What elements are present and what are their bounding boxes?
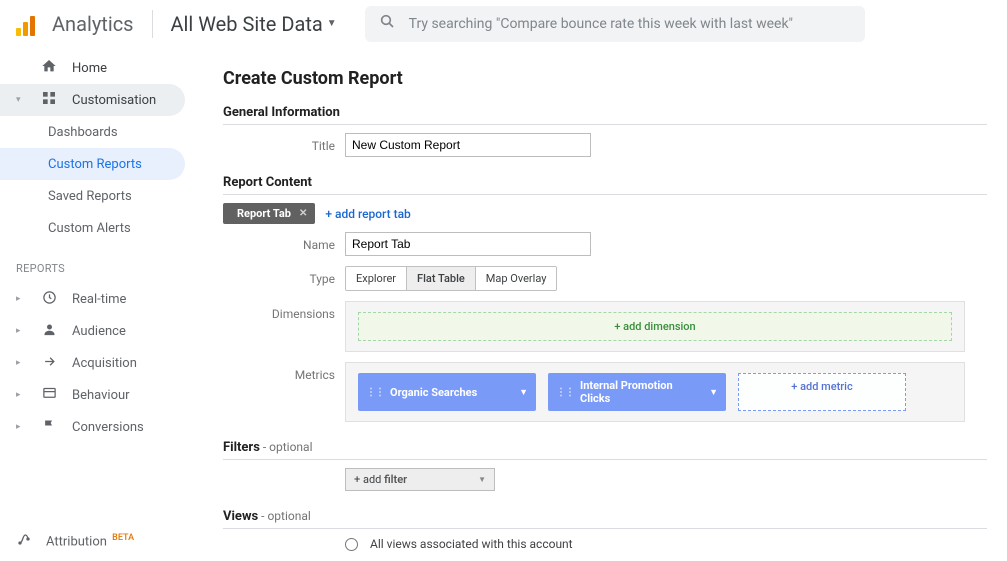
flag-icon [40, 418, 58, 437]
add-metric-button[interactable]: + add metric [738, 373, 906, 411]
nav-behaviour[interactable]: ▸ Behaviour [0, 379, 193, 411]
expand-icon: ▸ [16, 358, 24, 368]
type-flat-table[interactable]: Flat Table [407, 267, 476, 290]
subnav-custom-alerts[interactable]: Custom Alerts [0, 212, 193, 244]
divider [152, 10, 153, 38]
chevron-down-icon: ▼ [478, 475, 486, 484]
add-report-tab-link[interactable]: + add report tab [325, 207, 410, 221]
nav-audience[interactable]: ▸ Audience [0, 315, 193, 347]
type-map-overlay[interactable]: Map Overlay [476, 267, 557, 290]
metrics-area: ⋮⋮ Organic Searches ▼ ⋮⋮ Internal Promot… [345, 362, 965, 422]
section-filters: Filters - optional [223, 440, 987, 460]
add-dimension-button[interactable]: + add dimension [358, 312, 952, 341]
nav-home[interactable]: Home [0, 52, 193, 84]
sidebar: Home ▾ Customisation Dashboards Custom R… [0, 48, 193, 561]
nav-conversions[interactable]: ▸ Conversions [0, 411, 193, 443]
metric-label: Organic Searches [390, 386, 513, 399]
view-name: All Web Site Data [171, 12, 323, 36]
nav-acquisition[interactable]: ▸ Acquisition [0, 347, 193, 379]
nav-attribution-label: Attribution [46, 534, 107, 549]
main-content: Create Custom Report General Information… [193, 48, 1007, 561]
nav-realtime[interactable]: ▸ Real-time [0, 283, 193, 315]
nav-customisation-label: Customisation [72, 93, 156, 108]
caret-down-icon: ▼ [327, 18, 337, 29]
customisation-icon [40, 90, 58, 110]
chevron-down-icon: ▼ [519, 387, 528, 398]
radio-all-views-label: All views associated with this account [370, 537, 573, 551]
label-type: Type [223, 266, 345, 286]
subnav-saved-reports[interactable]: Saved Reports [0, 180, 193, 212]
type-explorer[interactable]: Explorer [346, 267, 407, 290]
search-icon [379, 13, 395, 34]
expand-icon: ▸ [16, 422, 24, 432]
subnav-dashboards[interactable]: Dashboards [0, 116, 193, 148]
expand-icon: ▸ [16, 326, 24, 336]
metric-organic-searches[interactable]: ⋮⋮ Organic Searches ▼ [358, 373, 536, 411]
drag-handle-icon: ⋮⋮ [556, 387, 574, 398]
report-tab-name: Report Tab [237, 207, 291, 220]
app-header: Analytics All Web Site Data ▼ Try search… [0, 0, 1007, 48]
reports-section-label: REPORTS [0, 244, 193, 283]
nav-customisation[interactable]: ▾ Customisation [0, 84, 185, 116]
search-bar[interactable]: Try searching "Compare bounce rate this … [365, 6, 865, 42]
nav-realtime-label: Real-time [72, 292, 126, 307]
input-tab-name[interactable] [345, 232, 591, 256]
metric-label: Internal Promotion Clicks [580, 379, 703, 405]
add-filter-dropdown[interactable]: + add filter ▼ [345, 468, 495, 491]
expand-icon: ▸ [16, 390, 24, 400]
radio-all-views[interactable] [345, 538, 358, 551]
behaviour-icon [40, 386, 58, 405]
label-title: Title [223, 133, 345, 153]
nav-audience-label: Audience [72, 324, 126, 339]
view-selector[interactable]: All Web Site Data ▼ [171, 12, 337, 36]
expand-icon: ▸ [16, 294, 24, 304]
clock-icon [40, 290, 58, 309]
section-views: Views - optional [223, 509, 987, 529]
product-name: Analytics [52, 12, 134, 36]
attribution-icon [16, 531, 32, 551]
home-icon [40, 58, 58, 78]
search-placeholder: Try searching "Compare bounce rate this … [409, 16, 793, 32]
chevron-down-icon: ▼ [709, 387, 718, 398]
nav-attribution[interactable]: Attribution BETA [0, 521, 193, 561]
person-icon [40, 322, 58, 341]
nav-behaviour-label: Behaviour [72, 388, 130, 403]
nav-conversions-label: Conversions [72, 420, 144, 435]
input-report-title[interactable] [345, 133, 591, 157]
analytics-logo-icon [16, 12, 40, 36]
label-dimensions: Dimensions [223, 301, 345, 321]
nav-acquisition-label: Acquisition [72, 356, 137, 371]
close-icon[interactable]: ✕ [299, 208, 307, 219]
label-name: Name [223, 232, 345, 252]
section-report-content: Report Content [223, 175, 987, 195]
report-tab-pill[interactable]: Report Tab ✕ [223, 203, 315, 224]
type-selector: Explorer Flat Table Map Overlay [345, 266, 557, 291]
nav-home-label: Home [72, 61, 107, 76]
label-metrics: Metrics [223, 362, 345, 382]
section-general-info: General Information [223, 105, 987, 125]
drag-handle-icon: ⋮⋮ [366, 387, 384, 398]
metric-internal-promotion-clicks[interactable]: ⋮⋮ Internal Promotion Clicks ▼ [548, 373, 726, 411]
page-title: Create Custom Report [223, 68, 987, 89]
collapse-icon: ▾ [16, 95, 24, 105]
dimensions-area: + add dimension [345, 301, 965, 352]
subnav-custom-reports[interactable]: Custom Reports [0, 148, 185, 180]
acquisition-icon [40, 354, 58, 373]
beta-badge: BETA [112, 533, 134, 543]
